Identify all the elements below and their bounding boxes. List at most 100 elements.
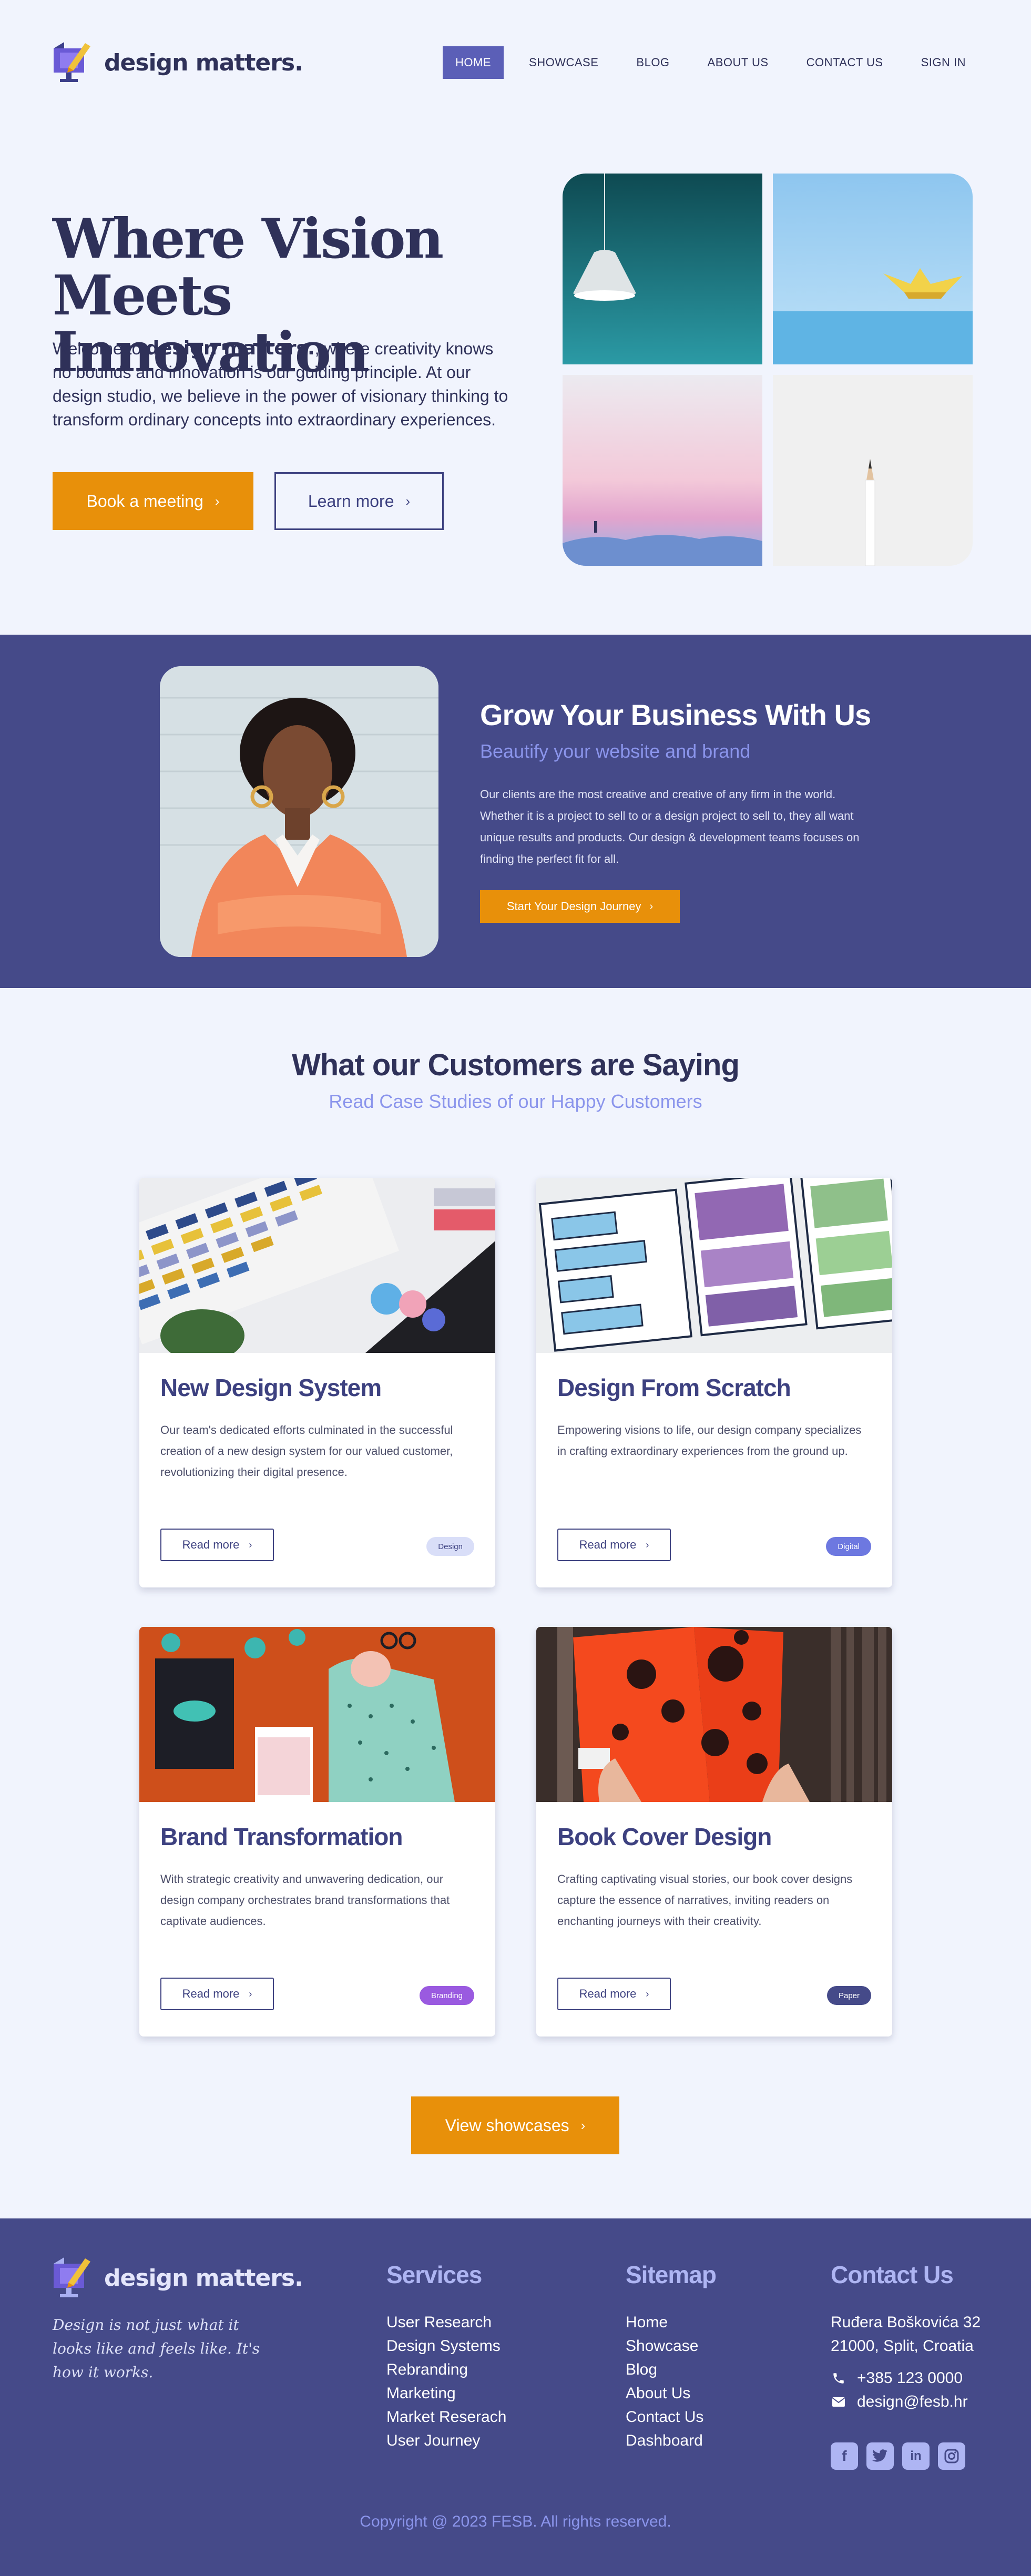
twitter-icon[interactable] xyxy=(866,2442,894,2470)
color-swatches-image xyxy=(139,1178,495,1353)
footer-link[interactable]: Showcase xyxy=(626,2334,703,2358)
card-title: New Design System xyxy=(160,1374,382,1401)
linkedin-icon[interactable]: in xyxy=(902,2442,930,2470)
case-study-card: Design From Scratch Empowering visions t… xyxy=(536,1178,892,1587)
footer-link[interactable]: Contact Us xyxy=(626,2405,703,2429)
pink-sky-image xyxy=(563,375,762,566)
services-list: User Research Design Systems Rebranding … xyxy=(386,2310,506,2452)
read-more-button[interactable]: Read more › xyxy=(557,1529,671,1561)
footer-link[interactable]: About Us xyxy=(626,2381,703,2405)
nav-home[interactable]: HOME xyxy=(443,46,504,79)
phone-number: +385 123 0000 xyxy=(857,2369,963,2387)
address-line-1: Ruđera Boškovića 32 xyxy=(831,2314,981,2331)
logo-icon xyxy=(53,41,93,84)
card-text: With strategic creativity and unwavering… xyxy=(160,1872,450,1928)
instagram-icon[interactable] xyxy=(938,2442,965,2470)
footer-link[interactable]: Market Reserach xyxy=(386,2405,506,2429)
card-title: Brand Transformation xyxy=(160,1823,403,1850)
card-text: Crafting captivating visual stories, our… xyxy=(557,1872,853,1928)
email-row[interactable]: design@fesb.hr xyxy=(831,2390,981,2414)
book-cover-image xyxy=(536,1627,892,1802)
read-more-button[interactable]: Read more › xyxy=(160,1978,274,2010)
paper-boat-image xyxy=(773,174,973,364)
chevron-right-icon: › xyxy=(405,493,411,509)
read-more-button[interactable]: Read more › xyxy=(160,1529,274,1561)
branding-mockup-image xyxy=(139,1627,495,1802)
card-title: Book Cover Design xyxy=(557,1823,772,1850)
learn-more-label: Learn more xyxy=(308,491,394,511)
facebook-icon[interactable]: f xyxy=(831,2442,858,2470)
footer-logo[interactable]: design matters. xyxy=(53,2256,303,2299)
nav-showcase[interactable]: SHOWCASE xyxy=(516,46,611,79)
nav-blog[interactable]: BLOG xyxy=(624,46,682,79)
services-heading: Services xyxy=(386,2261,482,2288)
footer-link[interactable]: Home xyxy=(626,2310,703,2334)
chevron-right-icon: › xyxy=(249,1988,252,1999)
portrait-image xyxy=(160,666,438,957)
address-line-2: 21000, Split, Croatia xyxy=(831,2337,974,2355)
nav-about-us[interactable]: ABOUT US xyxy=(695,46,781,79)
chevron-right-icon: › xyxy=(249,1539,252,1550)
start-journey-label: Start Your Design Journey xyxy=(506,900,641,913)
social-links: f in xyxy=(831,2442,974,2470)
read-more-button[interactable]: Read more › xyxy=(557,1978,671,2010)
brand-name: design matters. xyxy=(104,49,303,76)
view-showcases-label: View showcases xyxy=(445,2115,569,2135)
chevron-right-icon: › xyxy=(649,900,654,912)
book-meeting-label: Book a meeting xyxy=(86,491,203,511)
brand-name: design matters. xyxy=(104,2264,303,2292)
footer-link[interactable]: Design Systems xyxy=(386,2334,506,2358)
footer-link[interactable]: Marketing xyxy=(386,2381,506,2405)
top-navigation: design matters. HOME SHOWCASE BLOG ABOUT… xyxy=(0,0,1031,126)
footer-link[interactable]: User Research xyxy=(386,2310,506,2334)
card-text: Our team's dedicated efforts culminated … xyxy=(160,1423,453,1479)
book-meeting-button[interactable]: Book a meeting › xyxy=(53,472,253,530)
hero-image-gallery xyxy=(563,174,973,566)
chevron-right-icon: › xyxy=(215,493,220,509)
contact-heading: Contact Us xyxy=(831,2261,954,2288)
footer-tagline: Design is not just what it looks like an… xyxy=(53,2316,260,2381)
case-study-card: New Design System Our team's dedicated e… xyxy=(139,1178,495,1587)
category-tag: Branding xyxy=(419,1986,474,2005)
case-study-card: Book Cover Design Crafting captivating v… xyxy=(536,1627,892,2037)
phone-icon xyxy=(831,2371,846,2385)
footer-link[interactable]: Dashboard xyxy=(626,2429,703,2452)
chevron-right-icon: › xyxy=(580,2117,586,2133)
lamp-image xyxy=(563,174,762,364)
envelope-icon xyxy=(831,2396,846,2408)
card-text: Empowering visions to life, our design c… xyxy=(557,1423,862,1458)
contact-info: Ruđera Boškovića 32 21000, Split, Croati… xyxy=(831,2310,981,2414)
testimonials-title: What our Customers are Saying xyxy=(292,1048,740,1082)
phone-row[interactable]: +385 123 0000 xyxy=(831,2366,981,2390)
sitemap-heading: Sitemap xyxy=(626,2261,717,2288)
start-journey-button[interactable]: Start Your Design Journey › xyxy=(480,890,680,923)
footer-link[interactable]: User Journey xyxy=(386,2429,506,2452)
category-tag: Digital xyxy=(826,1537,871,1556)
copyright: Copyright @ 2023 FESB. All rights reserv… xyxy=(360,2513,671,2530)
category-tag: Design xyxy=(426,1537,474,1556)
email-address: design@fesb.hr xyxy=(857,2393,968,2410)
grow-subtitle: Beautify your website and brand xyxy=(480,740,751,762)
grow-description: Our clients are the most creative and cr… xyxy=(480,788,860,866)
logo-icon xyxy=(53,2256,93,2299)
testimonials-subtitle: Read Case Studies of our Happy Customers xyxy=(329,1091,702,1112)
chevron-right-icon: › xyxy=(646,1539,649,1550)
sitemap-list: Home Showcase Blog About Us Contact Us D… xyxy=(626,2310,703,2452)
footer-link[interactable]: Blog xyxy=(626,2358,703,2381)
view-showcases-button[interactable]: View showcases › xyxy=(411,2096,619,2154)
read-more-label: Read more xyxy=(579,1538,637,1551)
brand-logo[interactable]: design matters. xyxy=(53,41,303,84)
chevron-right-icon: › xyxy=(646,1988,649,1999)
nav-contact-us[interactable]: CONTACT US xyxy=(794,46,896,79)
pencil-image xyxy=(773,375,973,566)
nav-sign-in[interactable]: SIGN IN xyxy=(908,46,978,79)
hero-text-brand: design matters. xyxy=(146,338,315,359)
footer: design matters. Design is not just what … xyxy=(0,2218,1031,2576)
read-more-label: Read more xyxy=(182,1987,240,2000)
wireframe-sketch-image xyxy=(536,1178,892,1353)
hero-description: Welcome to design matters., where creati… xyxy=(53,337,515,432)
card-title: Design From Scratch xyxy=(557,1374,791,1401)
learn-more-button[interactable]: Learn more › xyxy=(274,472,444,530)
read-more-label: Read more xyxy=(579,1987,637,2000)
footer-link[interactable]: Rebranding xyxy=(386,2358,506,2381)
